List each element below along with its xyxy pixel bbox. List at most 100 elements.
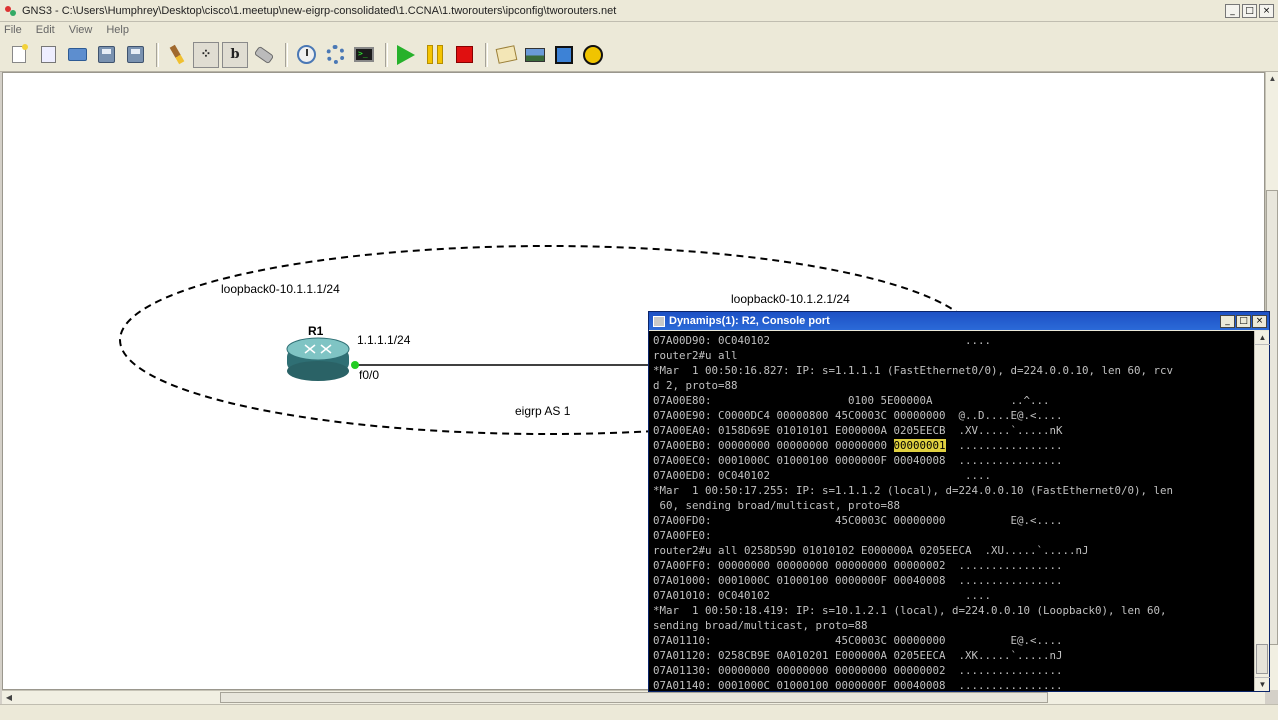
console-line: 07A01140: 0001000C 01000100 0000000F 000… xyxy=(653,679,1063,691)
console-output[interactable]: 07A00D90: 0C040102 .... router2#u all *M… xyxy=(649,331,1254,691)
suspend-all-button[interactable] xyxy=(422,42,448,68)
console-maximize-button[interactable]: □ xyxy=(1236,314,1251,328)
console-scrollbar[interactable]: ▲ ▼ xyxy=(1254,331,1270,691)
pause-icon xyxy=(427,45,443,64)
open-project-button[interactable] xyxy=(64,42,90,68)
console-line-prefix: 07A00EB0: 00000000 00000000 00000000 xyxy=(653,439,894,452)
console-line: *Mar 1 00:50:18.419: IP: s=10.1.2.1 (loc… xyxy=(653,604,1167,617)
canvas-horizontal-scroll-thumb[interactable] xyxy=(220,692,1048,703)
menu-help[interactable]: Help xyxy=(106,24,129,36)
start-all-button[interactable] xyxy=(393,42,419,68)
ellipse-icon xyxy=(583,44,603,65)
console-window[interactable]: Dynamips(1): R2, Console port _ □ × 07A0… xyxy=(648,311,1270,692)
menu-view[interactable]: View xyxy=(69,24,93,36)
console-line: 60, sending broad/multicast, proto=88 xyxy=(653,499,901,512)
scroll-up-arrow-icon[interactable]: ▲ xyxy=(1266,72,1278,85)
console-line: 07A01000: 0001000C 01000100 0000000F 000… xyxy=(653,574,1063,587)
save-as-button[interactable] xyxy=(122,42,148,68)
broom-icon xyxy=(169,44,185,65)
console-line: 07A01130: 00000000 00000000 00000000 000… xyxy=(653,664,1063,677)
draw-rectangle-button[interactable] xyxy=(551,42,577,68)
console-line: 07A00EC0: 0001000C 01000100 0000000F 000… xyxy=(653,454,1063,467)
console-line: 07A01010: 0C040102 .... xyxy=(653,589,992,602)
hostname-icon: b xyxy=(230,47,240,62)
add-link-button[interactable] xyxy=(251,42,277,68)
console-line: 07A01120: 0258CB9E 0A010201 E000000A 020… xyxy=(653,649,1063,662)
save-disk-icon xyxy=(97,46,115,63)
console-window-icon xyxy=(653,315,665,327)
close-button[interactable]: × xyxy=(1259,3,1274,18)
console-window-controls: _ □ × xyxy=(1220,314,1267,328)
console-line: router2#u all xyxy=(653,349,738,362)
console-title-bar[interactable]: Dynamips(1): R2, Console port _ □ × xyxy=(649,312,1269,330)
console-line: sending broad/multicast, proto=88 xyxy=(653,619,868,632)
window-title: GNS3 - C:\Users\Humphrey\Desktop\cisco\1… xyxy=(22,4,617,17)
toolbar-separator xyxy=(285,42,288,67)
console-line: 07A00E80: 0100 5E00000A ..^... xyxy=(653,394,1050,407)
gns3-app-icon xyxy=(4,4,18,18)
save-button[interactable] xyxy=(93,42,119,68)
toolbar: ⁘ b >_ xyxy=(0,38,1278,72)
eigrp-area-label: eigrp AS 1 xyxy=(515,404,571,418)
console-line: 07A00ED0: 0C040102 .... xyxy=(653,469,992,482)
console-minimize-button[interactable]: _ xyxy=(1220,314,1235,328)
console-line: d 2, proto=88 xyxy=(653,379,738,392)
link-icon xyxy=(253,45,275,64)
draw-ellipse-button[interactable] xyxy=(580,42,606,68)
console-line: 07A01110: 45C0003C 00000000 E@.<.... xyxy=(653,634,1063,647)
console-line-highlighted: 07A00EB0: 00000000 00000000 00000000 000… xyxy=(653,438,1254,453)
new-project-button[interactable] xyxy=(6,42,32,68)
toolbar-separator xyxy=(156,42,159,67)
console-selection[interactable]: 00000001 xyxy=(893,439,946,452)
show-interface-labels-button[interactable]: ⁘ xyxy=(193,41,219,68)
link-status-dot xyxy=(351,361,359,369)
open-blank-button[interactable] xyxy=(35,42,61,68)
r1-ip-label: 1.1.1.1/24 xyxy=(357,333,411,347)
console-all-button[interactable]: >_ xyxy=(351,42,377,68)
save-as-disk-icon xyxy=(126,46,144,63)
menu-file[interactable]: File xyxy=(4,24,22,36)
terminal-icon: >_ xyxy=(354,47,374,62)
console-scroll-thumb[interactable] xyxy=(1256,644,1268,674)
folder-icon xyxy=(67,48,87,61)
minimize-button[interactable]: _ xyxy=(1225,3,1240,18)
router-r1-icon[interactable] xyxy=(286,337,350,381)
console-scroll-down-icon[interactable]: ▼ xyxy=(1255,677,1270,691)
play-icon xyxy=(397,44,415,65)
console-line: 07A00FD0: 45C0003C 00000000 E@.<.... xyxy=(653,514,1063,527)
interface-labels-icon: ⁘ xyxy=(200,47,212,62)
scroll-left-arrow-icon[interactable]: ◀ xyxy=(2,691,16,704)
console-line: router2#u all 0258D59D 01010102 E000000A… xyxy=(653,544,1089,557)
console-scroll-up-icon[interactable]: ▲ xyxy=(1255,331,1270,345)
status-bar xyxy=(0,704,1278,720)
preferences-button[interactable] xyxy=(322,42,348,68)
stop-all-button[interactable] xyxy=(451,42,477,68)
menu-edit[interactable]: Edit xyxy=(36,24,55,36)
show-hostnames-button[interactable]: b xyxy=(222,41,248,68)
insert-picture-button[interactable] xyxy=(522,42,548,68)
console-line: 07A00FF0: 00000000 00000000 00000000 000… xyxy=(653,559,1063,572)
console-line: 07A00FE0: xyxy=(653,529,712,542)
add-note-button[interactable] xyxy=(493,42,519,68)
picture-icon xyxy=(525,47,545,62)
clock-icon xyxy=(296,45,316,64)
r2-loopback-label: loopback0-10.1.2.1/24 xyxy=(731,292,850,306)
r1-loopback-label: loopback0-10.1.1.1/24 xyxy=(221,282,340,296)
maximize-button[interactable]: □ xyxy=(1242,3,1257,18)
r1-hostname-label: R1 xyxy=(308,324,324,338)
console-close-button[interactable]: × xyxy=(1252,314,1267,328)
toolbar-separator xyxy=(485,42,488,67)
console-line: 07A00D90: 0C040102 .... xyxy=(653,334,992,347)
title-bar: GNS3 - C:\Users\Humphrey\Desktop\cisco\1… xyxy=(0,0,1278,22)
r1-interface-label: f0/0 xyxy=(359,368,380,382)
console-line: *Mar 1 00:50:16.827: IP: s=1.1.1.1 (Fast… xyxy=(653,364,1174,377)
console-line: *Mar 1 00:50:17.255: IP: s=1.1.1.2 (loca… xyxy=(653,484,1174,497)
console-line: 07A00EA0: 0158D69E 01010101 E000000A 020… xyxy=(653,424,1063,437)
menu-bar: File Edit View Help xyxy=(0,22,1278,38)
idle-pc-button[interactable] xyxy=(293,42,319,68)
console-line: 07A00E90: C0000DC4 00000800 45C0003C 000… xyxy=(653,409,1063,422)
canvas-horizontal-scrollbar[interactable]: ◀ xyxy=(2,690,1265,704)
note-icon xyxy=(495,45,517,64)
stop-icon xyxy=(455,46,473,63)
clear-button[interactable] xyxy=(164,42,190,68)
